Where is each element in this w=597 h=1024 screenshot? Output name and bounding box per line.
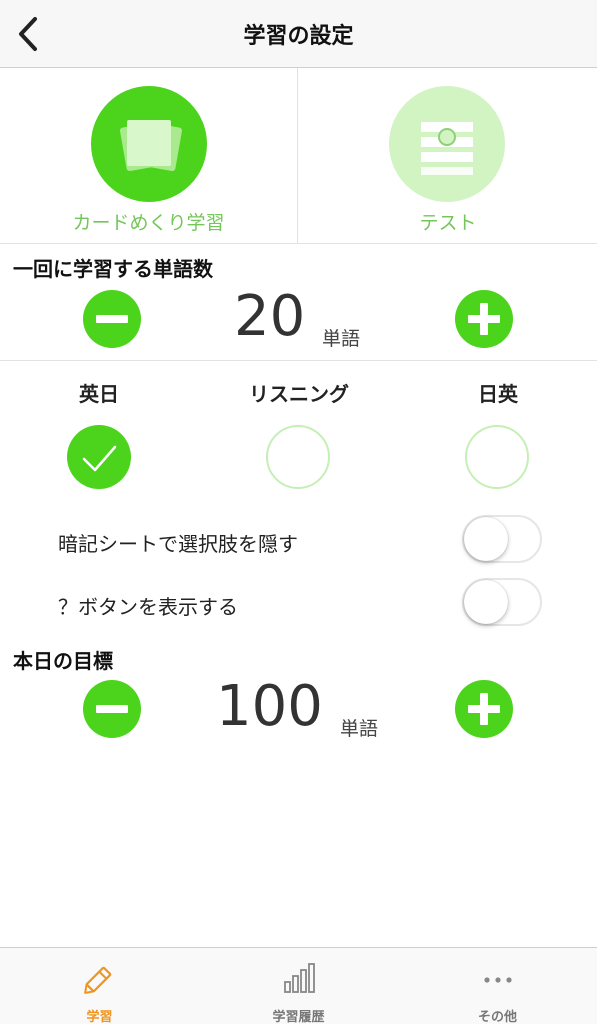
tab-other[interactable]: その他 xyxy=(398,948,597,1024)
toggle-knob xyxy=(464,517,508,561)
cards-icon xyxy=(119,120,183,172)
word-count-increase-button[interactable] xyxy=(455,290,513,348)
plus-icon xyxy=(480,303,488,335)
bar-chart-icon xyxy=(284,963,315,993)
tab-bar: 学習 学習履歴 その他 xyxy=(0,947,597,1024)
toggle-label-question-button: ？ボタンを表示する xyxy=(58,595,238,619)
toggle-label-hide-choices: 暗記シートで選択肢を隠す xyxy=(58,532,298,556)
tab-label-other: その他 xyxy=(477,1010,517,1024)
direction-label-ja-en: 日英 xyxy=(478,382,518,406)
daily-goal-unit: 単語 xyxy=(340,718,379,740)
test-mode-button[interactable] xyxy=(389,86,505,202)
plus-icon xyxy=(480,693,488,725)
mode-selector: カードめくり学習 テスト xyxy=(0,68,597,244)
divider xyxy=(0,360,597,361)
word-count-decrease-button[interactable] xyxy=(83,290,141,348)
tab-history[interactable]: 学習履歴 xyxy=(199,948,398,1024)
word-count-title: 一回に学習する単語数 xyxy=(13,257,213,281)
mode-label-flashcard: カードめくり学習 xyxy=(72,212,225,234)
toggle-hide-choices[interactable] xyxy=(462,515,542,563)
daily-goal-decrease-button[interactable] xyxy=(83,680,141,738)
direction-radio-ja-en[interactable] xyxy=(465,425,529,489)
page-title: 学習の設定 xyxy=(243,24,354,49)
daily-goal-increase-button[interactable] xyxy=(455,680,513,738)
flashcard-mode-button[interactable] xyxy=(91,86,207,202)
mode-test[interactable]: テスト xyxy=(299,68,597,244)
direction-label-en-ja: 英日 xyxy=(79,382,119,406)
minus-icon xyxy=(96,705,128,713)
pencil-icon xyxy=(84,966,112,994)
check-icon xyxy=(82,445,117,472)
tab-label-study: 学習 xyxy=(86,1010,113,1024)
nav-bar: 学習の設定 xyxy=(0,0,597,68)
mode-flashcard[interactable]: カードめくり学習 xyxy=(0,68,298,244)
toggle-knob xyxy=(464,580,508,624)
test-sheet-icon xyxy=(421,122,473,175)
daily-goal-title: 本日の目標 xyxy=(13,649,113,673)
mode-label-test: テスト xyxy=(419,212,477,234)
direction-label-listening: リスニング xyxy=(249,382,349,406)
direction-radio-en-ja[interactable] xyxy=(67,425,131,489)
daily-goal-value: 100 xyxy=(216,674,323,739)
tab-study[interactable]: 学習 xyxy=(0,948,199,1024)
word-count-value: 20 xyxy=(234,284,306,349)
minus-icon xyxy=(96,315,128,323)
tab-label-history: 学習履歴 xyxy=(272,1010,325,1024)
toggle-question-button[interactable] xyxy=(462,578,542,626)
word-count-unit: 単語 xyxy=(322,328,361,350)
direction-radio-listening[interactable] xyxy=(266,425,330,489)
more-dots-icon xyxy=(484,977,512,983)
